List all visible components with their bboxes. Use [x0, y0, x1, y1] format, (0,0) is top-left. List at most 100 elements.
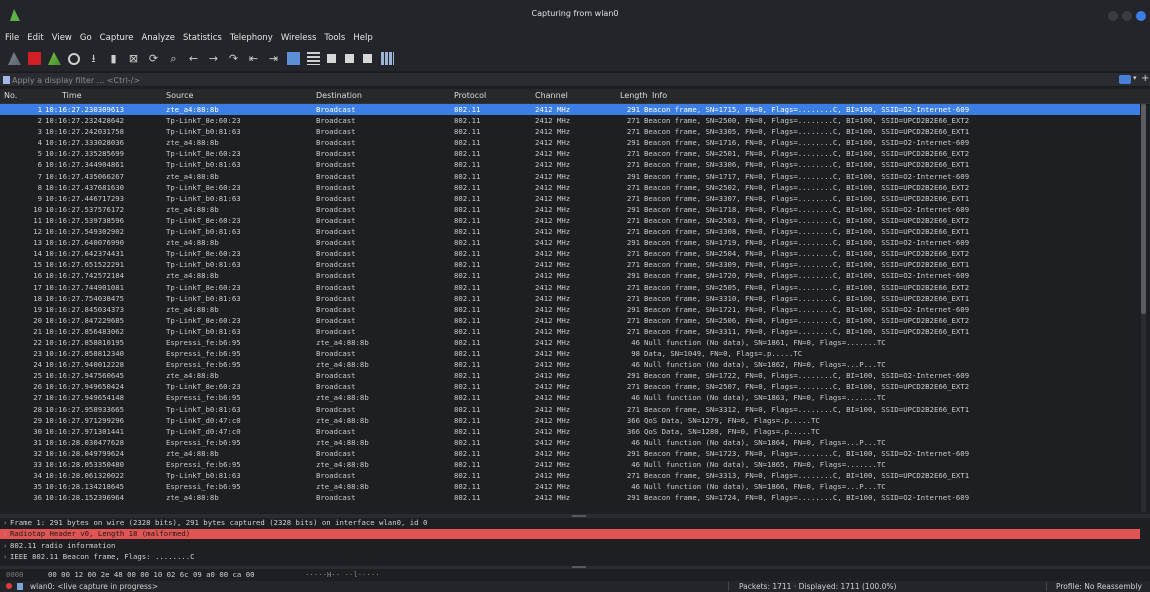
expand-arrow-icon[interactable]: › [3, 518, 7, 527]
menu-go[interactable]: Go [80, 33, 92, 43]
apply-filter-button[interactable] [1119, 75, 1131, 84]
last-packet-icon[interactable]: ⇥ [267, 52, 280, 65]
packet-row[interactable]: 18 10:16:27.754038475 Tp-LinkT_b0:81:63 Bro… [0, 293, 1140, 304]
packet-row[interactable]: 17 10:16:27.744901081 Tp-LinkT_8e:60:23 Bro… [0, 282, 1140, 293]
menu-capture[interactable]: Capture [100, 33, 134, 43]
splitter-grip[interactable] [572, 515, 586, 517]
column-header-time[interactable]: Time [62, 91, 82, 100]
go-forward-icon[interactable]: → [207, 52, 220, 65]
detail-radio-info-line[interactable]: › 802.11 radio information [0, 541, 1140, 551]
expand-arrow-icon[interactable]: › [3, 529, 7, 538]
menu-wireless[interactable]: Wireless [281, 33, 317, 43]
packet-row[interactable]: 28 10:16:27.958933665 Tp-LinkT_b0:81:63 Bro… [0, 404, 1140, 415]
capture-comment-icon[interactable] [17, 583, 23, 590]
bytes-hex[interactable]: 00 00 12 00 2e 48 00 00 10 02 6c 09 a0 0… [48, 570, 254, 579]
minimize-button[interactable] [1108, 11, 1118, 21]
packet-row[interactable]: 16 10:16:27.742572184 zte_a4:88:8b Broadcas… [0, 270, 1140, 281]
packet-row[interactable]: 15 10:16:27.651522291 Tp-LinkT_b0:81:63 Bro… [0, 259, 1140, 270]
column-header-no[interactable]: No. [4, 91, 17, 100]
column-header-destination[interactable]: Destination [316, 91, 362, 100]
packet-row[interactable]: 25 10:16:27.947560645 zte_a4:88:8b Broadcas… [0, 370, 1140, 381]
first-packet-icon[interactable]: ⇤ [247, 52, 260, 65]
bytes-ascii[interactable]: ·····H·· ··l····· [305, 570, 380, 579]
scrollbar-thumb[interactable] [1141, 104, 1146, 314]
reload-file-icon[interactable]: ⟳ [147, 52, 160, 65]
save-file-icon[interactable]: ▮ [107, 52, 120, 65]
restart-capture-icon[interactable] [48, 52, 61, 65]
packet-row[interactable]: 10 10:16:27.537576172 zte_a4:88:8b Broadcas… [0, 204, 1140, 215]
packet-row[interactable]: 31 10:16:28.030477628 Espressi_fe:b6:95 zte… [0, 437, 1140, 448]
filter-dropdown-icon[interactable]: ▾ [1133, 74, 1137, 82]
capture-options-icon[interactable] [68, 52, 80, 65]
menu-help[interactable]: Help [353, 33, 372, 43]
packet-row[interactable]: 27 10:16:27.949654148 Espressi_fe:b6:95 zte… [0, 392, 1140, 403]
packet-row[interactable]: 30 10:16:27.971301441 Tp-LinkT_d0:47:c0 Bro… [0, 426, 1140, 437]
maximize-button[interactable] [1122, 11, 1132, 21]
packet-row[interactable]: 26 10:16:27.949650424 Tp-LinkT_8e:60:23 Bro… [0, 381, 1140, 392]
packet-row[interactable]: 4 10:16:27.333028036 zte_a4:88:8b Broadcast… [0, 137, 1140, 148]
packet-row[interactable]: 14 10:16:27.642374431 Tp-LinkT_8e:60:23 Bro… [0, 248, 1140, 259]
packet-row[interactable]: 32 10:16:28.049799624 zte_a4:88:8b Broadcas… [0, 448, 1140, 459]
go-back-icon[interactable]: ← [187, 52, 200, 65]
resize-columns-icon[interactable] [381, 52, 394, 65]
colorize-icon[interactable] [307, 52, 320, 65]
splitter-grip[interactable] [572, 566, 586, 568]
packet-row[interactable]: 5 10:16:27.335285699 Tp-LinkT_8e:60:23 Broa… [0, 148, 1140, 159]
packet-row[interactable]: 29 10:16:27.971299296 Tp-LinkT_d0:47:c0 zte… [0, 415, 1140, 426]
go-to-packet-icon[interactable]: ↷ [227, 52, 240, 65]
expand-arrow-icon[interactable]: › [3, 541, 7, 550]
start-capture-icon[interactable] [8, 52, 21, 65]
capture-recording-icon[interactable] [6, 583, 12, 589]
find-packet-icon[interactable]: ⌕ [167, 52, 180, 65]
detail-radiotap-line[interactable]: › Radiotap Header v0, Length 18 (malform… [0, 529, 1140, 539]
packet-row[interactable]: 6 10:16:27.344904861 Tp-LinkT_b0:81:63 Broa… [0, 159, 1140, 170]
packet-row[interactable]: 21 10:16:27.856483062 Tp-LinkT_b0:81:63 Bro… [0, 326, 1140, 337]
filter-bookmark-icon[interactable] [3, 76, 10, 84]
packet-row[interactable]: 2 10:16:27.232428642 Tp-LinkT_8e:60:23 Broa… [0, 115, 1140, 126]
add-filter-button[interactable]: + [1141, 73, 1149, 84]
packet-row[interactable]: 19 10:16:27.845034373 zte_a4:88:8b Broadcas… [0, 304, 1140, 315]
profile-status[interactable]: Profile: No Reassembly [1056, 582, 1142, 591]
packet-row[interactable]: 1 10:16:27.230309613 zte_a4:88:8b Broadcast… [0, 104, 1140, 116]
packet-list-scrollbar[interactable] [1141, 104, 1146, 512]
packet-row[interactable]: 12 10:16:27.549302902 Tp-LinkT_b0:81:63 Bro… [0, 226, 1140, 237]
packet-row[interactable]: 36 10:16:28.152396964 zte_a4:88:8b Broadcas… [0, 492, 1140, 503]
packet-row[interactable]: 7 10:16:27.435066267 zte_a4:88:8b Broadcast… [0, 171, 1140, 182]
column-header-source[interactable]: Source [166, 91, 193, 100]
zoom-out-icon[interactable] [345, 54, 354, 63]
close-file-icon[interactable]: ⊠ [127, 52, 140, 65]
packet-row[interactable]: 35 10:16:28.134218645 Espressi_fe:b6:95 zte… [0, 481, 1140, 492]
normal-size-icon[interactable] [363, 54, 372, 63]
packet-row[interactable]: 11 10:16:27.539738596 Tp-LinkT_8e:60:23 Bro… [0, 215, 1140, 226]
expand-arrow-icon[interactable]: › [3, 552, 7, 561]
packet-row[interactable]: 23 10:16:27.858812340 Espressi_fe:b6:95 Bro… [0, 348, 1140, 359]
menu-edit[interactable]: Edit [27, 33, 43, 43]
column-header-protocol[interactable]: Protocol [454, 91, 486, 100]
menu-analyze[interactable]: Analyze [141, 33, 175, 43]
packet-row[interactable]: 33 10:16:28.053350480 Espressi_fe:b6:95 zte… [0, 459, 1140, 470]
menu-view[interactable]: View [52, 33, 72, 43]
autoscroll-icon[interactable] [287, 52, 300, 65]
menu-tools[interactable]: Tools [324, 33, 345, 43]
packet-row[interactable]: 8 10:16:27.437681630 Tp-LinkT_8e:60:23 Broa… [0, 182, 1140, 193]
menu-statistics[interactable]: Statistics [183, 33, 222, 43]
packet-row[interactable]: 3 10:16:27.242031758 Tp-LinkT_b0:81:63 Broa… [0, 126, 1140, 137]
packet-row[interactable]: 22 10:16:27.858810195 Espressi_fe:b6:95 zte… [0, 337, 1140, 348]
column-header-length[interactable]: Length [620, 91, 648, 100]
packet-row[interactable]: 13 10:16:27.640076990 zte_a4:88:8b Broadcas… [0, 237, 1140, 248]
stop-capture-icon[interactable] [28, 52, 41, 65]
menu-file[interactable]: File [5, 33, 19, 43]
packet-row[interactable]: 20 10:16:27.847229685 Tp-LinkT_8e:60:23 Bro… [0, 315, 1140, 326]
zoom-in-icon[interactable] [327, 54, 336, 63]
close-button[interactable] [1136, 11, 1146, 21]
packet-row[interactable]: 34 10:16:28.061320022 Tp-LinkT_b0:81:63 Bro… [0, 470, 1140, 481]
detail-ieee-line[interactable]: › IEEE 802.11 Beacon frame, Flags: .....… [0, 552, 1140, 562]
packet-row[interactable]: 24 10:16:27.940012228 Espressi_fe:b6:95 zte… [0, 359, 1140, 370]
column-header-info[interactable]: Info [652, 91, 667, 100]
menu-telephony[interactable]: Telephony [230, 33, 273, 43]
display-filter-input[interactable] [12, 74, 1112, 86]
packet-row[interactable]: 9 10:16:27.446717293 Tp-LinkT_b0:81:63 Broa… [0, 193, 1140, 204]
column-header-channel[interactable]: Channel [535, 91, 568, 100]
detail-frame-line[interactable]: › Frame 1: 291 bytes on wire (2328 bits)… [0, 518, 1140, 528]
open-file-icon[interactable]: ⭳ [87, 52, 100, 65]
